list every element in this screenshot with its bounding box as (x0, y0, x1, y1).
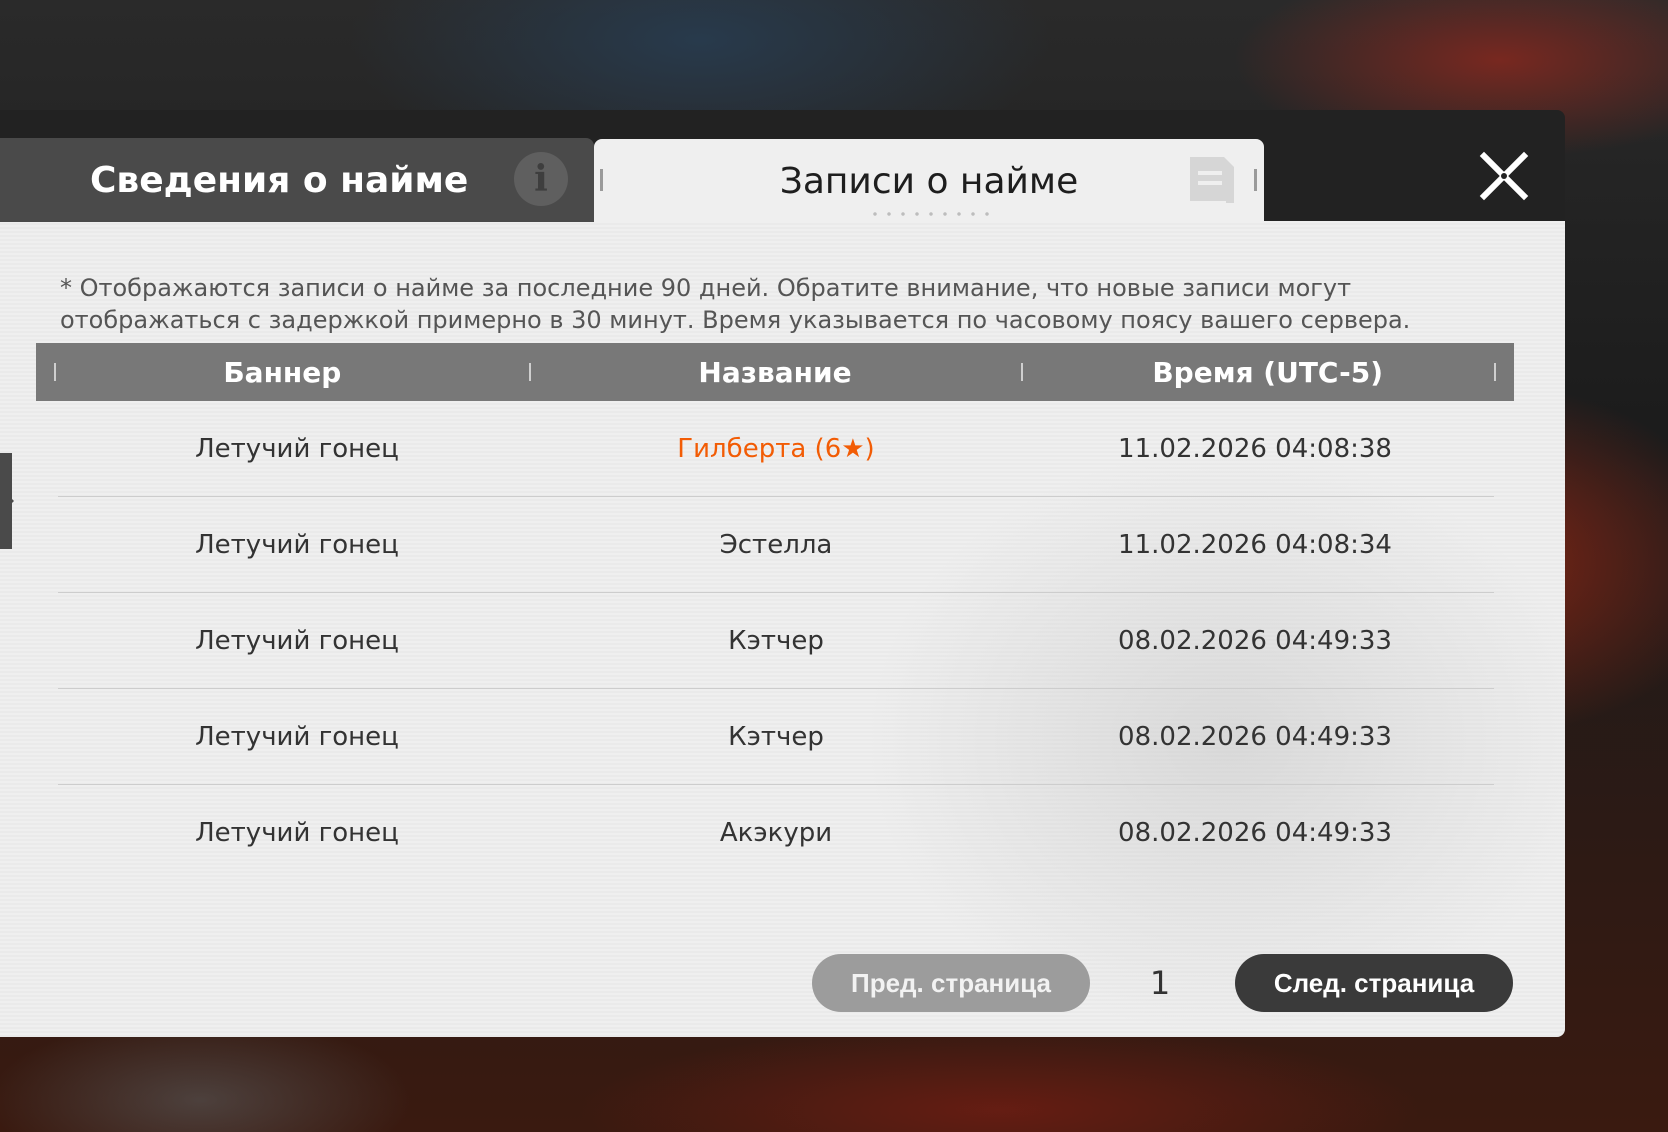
cell-time: 08.02.2026 04:49:33 (1118, 818, 1392, 848)
cell-name: Кэтчер (728, 625, 824, 656)
header-separator (1494, 363, 1497, 381)
side-arrow-handle[interactable] (0, 453, 14, 549)
table-row: Летучий гонец Кэтчер 08.02.2026 04:49:33 (58, 593, 1494, 689)
records-notice: * Отображаются записи о найме за последн… (60, 274, 1411, 334)
header-separator (54, 363, 56, 381)
close-icon[interactable] (1478, 150, 1530, 202)
cell-name: Кэтчер (728, 721, 824, 752)
cell-name: Акэкури (719, 818, 833, 848)
info-icon: i (514, 152, 568, 206)
tab-recruit-records[interactable]: Записи о найме (594, 139, 1264, 223)
cell-name: Эстелла (719, 529, 833, 560)
table-header: Баннер Название Время (UTC-5) (36, 343, 1514, 401)
column-header-banner-label: Баннер (223, 355, 342, 389)
tab-recruit-info[interactable]: Сведения о найме i (0, 138, 594, 222)
cell-banner: Летучий гонец (195, 433, 399, 464)
cell-name: Гилберта (6★) (677, 433, 875, 464)
records-table-body: Летучий гонец Гилберта (6★) 11.02.2026 0… (58, 401, 1494, 881)
cell-banner: Летучий гонец (195, 721, 399, 752)
cell-banner: Летучий гонец (195, 818, 399, 848)
document-icon (1186, 153, 1238, 207)
column-header-time-label: Время (UTC-5) (1152, 355, 1384, 389)
table-row: Летучий гонец Гилберта (6★) 11.02.2026 0… (58, 401, 1494, 497)
column-header-time: Время (UTC-5) (1021, 343, 1514, 401)
prev-page-button[interactable]: Пред. страница (812, 954, 1090, 1012)
table-row: Летучий гонец Кэтчер 08.02.2026 04:49:33 (58, 689, 1494, 785)
tab-divider (1254, 169, 1257, 191)
header-separator (1021, 363, 1024, 381)
header-separator (528, 363, 531, 381)
tab-divider (600, 169, 603, 191)
cell-time: 11.02.2026 04:08:38 (1118, 433, 1392, 464)
cell-banner: Летучий гонец (195, 529, 399, 560)
tab-recruit-records-label: Записи о найме (779, 160, 1079, 202)
column-header-name: Название (528, 343, 1022, 401)
page-number: 1 (1149, 964, 1171, 1002)
cell-banner: Летучий гонец (195, 625, 399, 656)
cell-time: 11.02.2026 04:08:34 (1118, 529, 1392, 560)
tab-recruit-info-label: Сведения о найме (90, 159, 469, 201)
table-row: Летучий гонец Эстелла 11.02.2026 04:08:3… (58, 497, 1494, 593)
column-header-banner: Баннер (36, 343, 529, 401)
cell-time: 08.02.2026 04:49:33 (1118, 721, 1392, 752)
next-page-button[interactable]: След. страница (1235, 954, 1513, 1012)
tab-active-indicator (868, 211, 992, 217)
cell-time: 08.02.2026 04:49:33 (1118, 625, 1392, 656)
column-header-name-label: Название (698, 355, 852, 389)
table-row: Летучий гонец Акэкури 08.02.2026 04:49:3… (58, 785, 1494, 881)
